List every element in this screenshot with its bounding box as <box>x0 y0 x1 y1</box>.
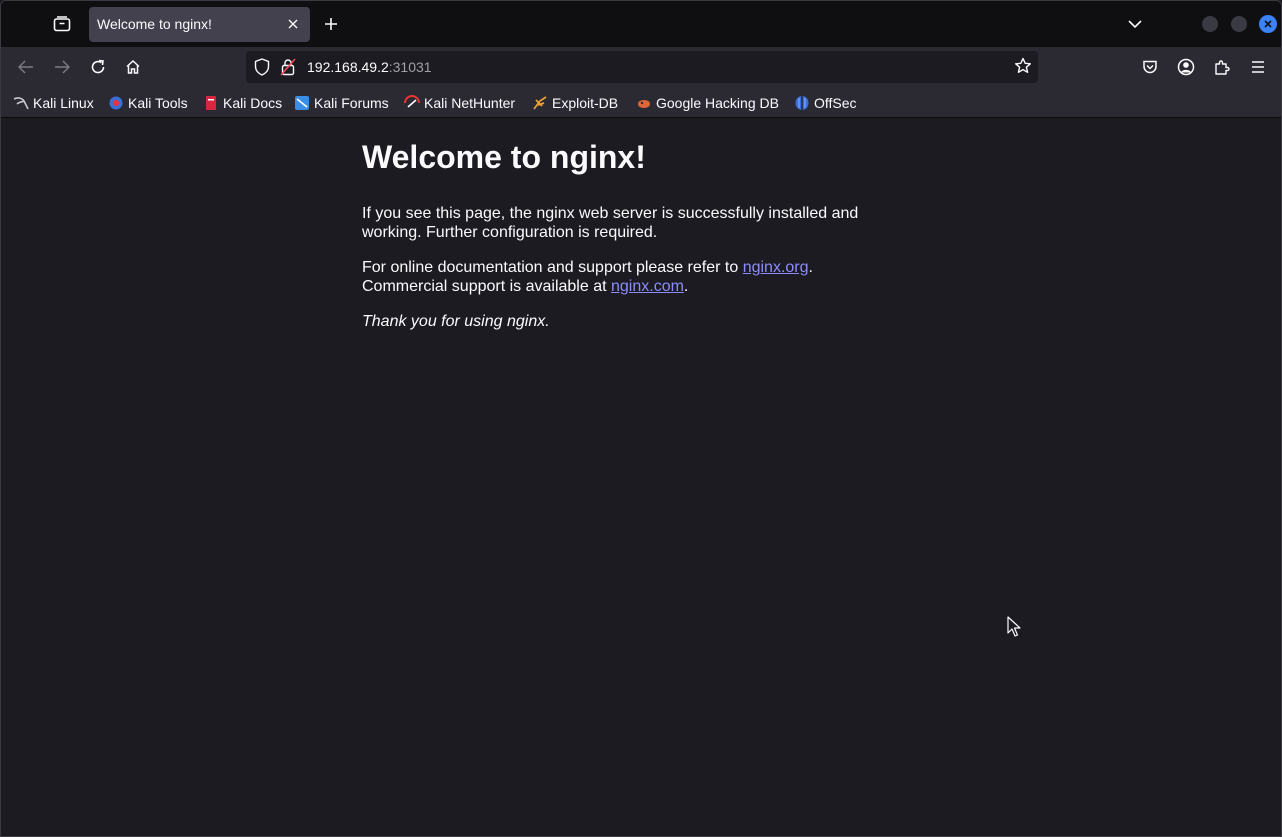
extensions-icon[interactable] <box>1211 56 1233 78</box>
bookmark-google-hacking-db[interactable]: Google Hacking DB <box>636 93 779 113</box>
intro-paragraph: If you see this page, the nginx web serv… <box>362 205 859 241</box>
thanks-text: Thank you for using nginx. <box>362 313 550 330</box>
firefox-view-icon[interactable] <box>51 13 73 35</box>
bookmark-star-icon[interactable] <box>1014 57 1032 79</box>
reload-icon[interactable] <box>87 56 109 78</box>
bookmarks-toolbar: Kali Linux Kali Tools Kali Docs Kali For… <box>1 87 1281 118</box>
close-window-button[interactable] <box>1259 15 1277 33</box>
bookmark-label: Kali Linux <box>33 95 94 111</box>
bookmark-kali-forums[interactable]: Kali Forums <box>294 93 389 113</box>
kali-tools-icon <box>108 95 124 111</box>
kali-nethunter-icon <box>404 95 420 111</box>
support-period: . <box>808 259 813 276</box>
kali-docs-icon <box>203 95 219 111</box>
commercial-period: . <box>683 278 689 295</box>
tab-strip: Welcome to nginx! <box>1 1 1281 47</box>
ghdb-icon <box>636 95 652 111</box>
commercial-support-text: Commercial support is available at <box>362 278 611 295</box>
kali-dragon-icon <box>13 95 29 111</box>
bookmark-exploit-db[interactable]: Exploit-DB <box>532 93 618 113</box>
tab-title: Welcome to nginx! <box>97 16 212 32</box>
support-text: For online documentation and support ple… <box>362 259 743 276</box>
offsec-icon <box>794 95 810 111</box>
support-paragraph: For online documentation and support ple… <box>362 258 882 296</box>
minimize-window-button[interactable] <box>1202 16 1218 32</box>
bookmark-label: Google Hacking DB <box>656 95 779 111</box>
bookmark-kali-linux[interactable]: Kali Linux <box>13 93 94 113</box>
nginx-org-link[interactable]: nginx.org <box>743 259 809 276</box>
menu-hamburger-icon[interactable] <box>1247 56 1269 78</box>
bookmark-label: Exploit-DB <box>552 95 619 111</box>
bookmark-kali-tools[interactable]: Kali Tools <box>108 93 188 113</box>
nginx-welcome-page: Welcome to nginx! If you see this page, … <box>362 139 882 347</box>
bookmark-label: OffSec <box>814 95 857 111</box>
url-host: 192.168.49.2 <box>307 59 389 75</box>
home-icon[interactable] <box>122 56 144 78</box>
page-viewport: Welcome to nginx! If you see this page, … <box>1 119 1281 836</box>
page-title: Welcome to nginx! <box>362 139 646 175</box>
back-arrow-icon[interactable] <box>15 56 37 78</box>
url-text[interactable]: 192.168.49.2:31031 <box>307 59 432 75</box>
account-icon[interactable] <box>1175 56 1197 78</box>
bookmark-label: Kali Forums <box>314 95 389 111</box>
bookmark-kali-nethunter[interactable]: Kali NetHunter <box>404 93 515 113</box>
browser-window: Welcome to nginx! 192.168.49.2:31031 Kal… <box>0 0 1282 837</box>
kali-forums-icon <box>294 95 310 111</box>
nginx-com-link[interactable]: nginx.com <box>611 278 684 295</box>
chevron-down-icon[interactable] <box>1124 13 1146 35</box>
bookmark-label: Kali Docs <box>223 95 283 111</box>
bookmark-label: Kali Tools <box>128 95 188 111</box>
insecure-lock-icon[interactable] <box>280 58 296 80</box>
maximize-window-button[interactable] <box>1231 16 1247 32</box>
navigation-toolbar: 192.168.49.2:31031 <box>1 47 1281 87</box>
new-tab-icon[interactable] <box>320 13 342 35</box>
exploit-db-icon <box>532 95 548 111</box>
bookmark-label: Kali NetHunter <box>424 95 516 111</box>
tracking-shield-icon[interactable] <box>254 58 270 80</box>
address-bar[interactable]: 192.168.49.2:31031 <box>246 51 1038 83</box>
tab-active[interactable]: Welcome to nginx! <box>89 7 310 42</box>
bookmark-offsec[interactable]: OffSec <box>794 93 857 113</box>
url-port: :31031 <box>388 59 432 75</box>
close-tab-icon[interactable] <box>284 15 302 33</box>
bookmark-kali-docs[interactable]: Kali Docs <box>203 93 282 113</box>
forward-arrow-icon[interactable] <box>51 56 73 78</box>
pocket-icon[interactable] <box>1139 56 1161 78</box>
mouse-cursor-icon <box>1007 616 1021 643</box>
